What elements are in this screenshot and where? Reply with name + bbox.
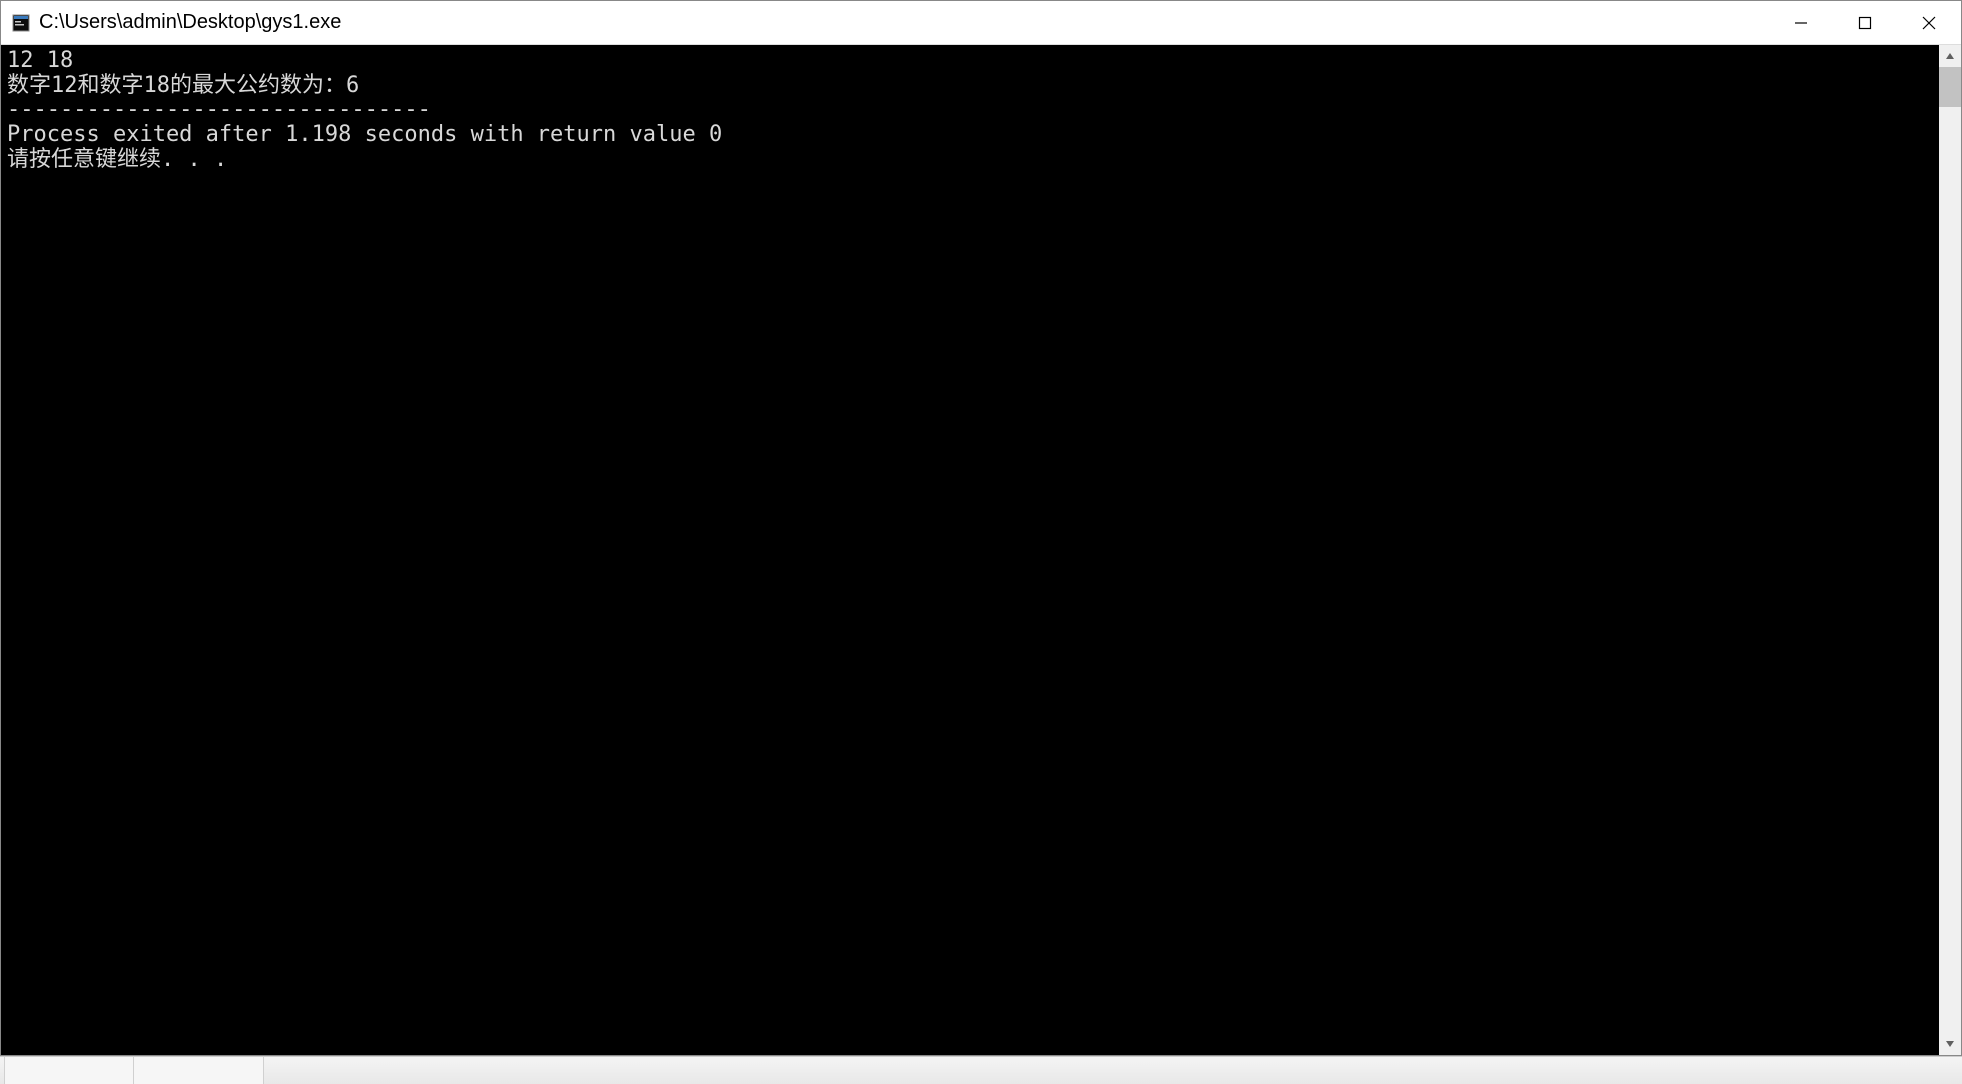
- window-controls: [1769, 1, 1961, 44]
- console-window: C:\Users\admin\Desktop\gys1.exe 12 18 数字…: [0, 0, 1962, 1056]
- vertical-scrollbar[interactable]: [1939, 45, 1961, 1055]
- console-line: 请按任意键继续. . .: [7, 147, 227, 172]
- console-line: 12 18: [7, 48, 73, 73]
- scroll-track[interactable]: [1939, 67, 1961, 1033]
- console-line: Process exited after 1.198 seconds with …: [7, 122, 722, 147]
- console-output[interactable]: 12 18 数字12和数字18的最大公约数为：6 ---------------…: [1, 45, 1939, 1055]
- console-area: 12 18 数字12和数字18的最大公约数为：6 ---------------…: [1, 45, 1961, 1055]
- maximize-button[interactable]: [1833, 1, 1897, 44]
- taskbar-strip: [0, 1056, 1962, 1084]
- close-button[interactable]: [1897, 1, 1961, 44]
- taskbar-tab[interactable]: [134, 1057, 264, 1084]
- minimize-button[interactable]: [1769, 1, 1833, 44]
- app-icon: [11, 13, 31, 33]
- window-title: C:\Users\admin\Desktop\gys1.exe: [39, 11, 1769, 34]
- console-line: 数字12和数字18的最大公约数为：6: [7, 73, 359, 98]
- console-line: --------------------------------: [7, 97, 431, 122]
- scroll-thumb[interactable]: [1939, 67, 1961, 107]
- taskbar-tab[interactable]: [4, 1057, 134, 1084]
- scroll-up-arrow-icon[interactable]: [1939, 45, 1961, 67]
- titlebar[interactable]: C:\Users\admin\Desktop\gys1.exe: [1, 1, 1961, 45]
- scroll-down-arrow-icon[interactable]: [1939, 1033, 1961, 1055]
